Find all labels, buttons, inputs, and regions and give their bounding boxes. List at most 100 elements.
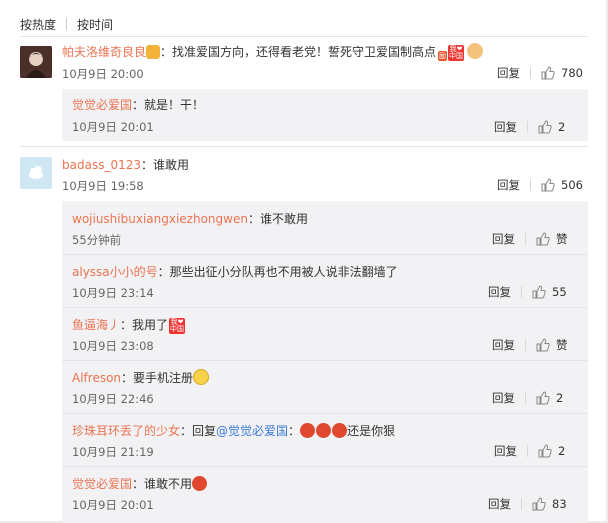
- reply-text: 鱼逼海丿：我用了 我❤ 中国: [72, 316, 186, 334]
- heart-hands-emoji-icon: [146, 45, 161, 59]
- comment-time: 10月9日 19:58: [62, 179, 144, 193]
- comment-actions: 回复 780: [497, 65, 583, 81]
- comment-author[interactable]: 帕夫洛维奇良良: [62, 45, 146, 59]
- reply-text: Alfreson：要手机注册: [72, 369, 210, 386]
- reply-button[interactable]: 回复: [492, 390, 515, 406]
- like-count: 780: [561, 66, 583, 80]
- reply-divider: [62, 466, 588, 467]
- reply-button[interactable]: 回复: [494, 443, 517, 459]
- reply-body: ：那些出征小分队再也不用被人说非法翻墙了: [157, 265, 398, 279]
- thumbs-up-icon[interactable]: [532, 285, 546, 299]
- reply-text: 觉觉必爱国：就是！干！: [72, 96, 204, 113]
- reply-divider: [62, 413, 588, 414]
- reply-body: ：谁不敢用: [247, 212, 308, 226]
- comment-divider: [20, 146, 588, 147]
- avatar[interactable]: [20, 157, 52, 189]
- badge-text: 中国: [449, 52, 464, 60]
- li-badge-icon: 励: [438, 51, 448, 61]
- reply-button[interactable]: 回复: [497, 177, 520, 193]
- action-separator: [521, 498, 522, 510]
- reply-button[interactable]: 回复: [488, 496, 511, 512]
- reply-body: 还是你狠: [347, 424, 396, 438]
- reply-body: ：就是！干！: [132, 98, 205, 112]
- header-divider: [20, 36, 588, 37]
- reply-text: 觉觉必爱国：谁敢不用: [72, 475, 208, 492]
- action-separator: [525, 339, 526, 351]
- angry-face-emoji-icon: [300, 423, 316, 438]
- reply-time: 10月9日 20:01: [72, 120, 154, 134]
- reply-text: alyssa小小的号：那些出征小分队再也不用被人说非法翻墙了: [72, 263, 398, 280]
- comment-time: 10月9日 20:00: [62, 67, 144, 81]
- thumbs-up-icon[interactable]: [541, 178, 555, 192]
- reply-author[interactable]: wojiushibuxiangxiezhongwen: [72, 212, 248, 226]
- like-count: 2: [556, 391, 564, 405]
- thinking-emoji-icon: [193, 369, 210, 385]
- like-count: 赞: [556, 338, 568, 352]
- comment-actions: 回复 506: [497, 177, 583, 193]
- reply-body: ：谁敢不用: [132, 477, 193, 491]
- sort-by-time[interactable]: 按时间: [77, 16, 113, 33]
- reply-actions: 回复 2: [492, 390, 563, 406]
- mention-link[interactable]: @觉觉必爱国: [216, 424, 288, 438]
- reply-divider: [62, 360, 588, 361]
- like-count: 506: [561, 178, 583, 192]
- thumbs-up-icon[interactable]: [538, 444, 552, 458]
- thumbs-up-icon[interactable]: [536, 232, 550, 246]
- badge-text: 中国: [170, 325, 185, 333]
- reply-button[interactable]: 回复: [497, 65, 520, 81]
- fist-emoji-icon: [467, 43, 484, 59]
- reply-author[interactable]: 珍珠耳环丢了的少女: [72, 424, 180, 438]
- like-count: 83: [552, 497, 567, 511]
- comment-text: badass_0123：谁敢用: [62, 156, 189, 173]
- thumbs-up-icon[interactable]: [532, 497, 546, 511]
- comment-author[interactable]: badass_0123: [62, 158, 141, 172]
- reply-button[interactable]: 回复: [488, 284, 511, 300]
- reply-text: wojiushibuxiangxiezhongwen：谁不敢用: [72, 210, 308, 227]
- reply-body: ：我用了: [120, 318, 169, 332]
- reply-button[interactable]: 回复: [492, 337, 515, 353]
- reply-body: ：要手机注册: [121, 371, 194, 385]
- reply-actions: 回复 赞: [492, 231, 568, 247]
- reply-author[interactable]: 觉觉必爱国: [72, 98, 132, 112]
- action-separator: [525, 392, 526, 404]
- action-separator: [530, 179, 531, 191]
- action-separator: [527, 121, 528, 133]
- action-separator: [530, 67, 531, 79]
- sort-bar: 按热度 按时间: [20, 16, 113, 32]
- thumbs-up-icon[interactable]: [536, 391, 550, 405]
- reply-time: 10月9日 23:14: [72, 286, 154, 300]
- action-separator: [525, 233, 526, 245]
- reply-time: 10月9日 20:01: [72, 498, 154, 512]
- reply-divider: [62, 307, 588, 308]
- like-count: 2: [558, 444, 566, 458]
- reply-time: 10月9日 22:46: [72, 392, 154, 406]
- reply-actions: 回复 2: [494, 119, 565, 135]
- reply-author[interactable]: 觉觉必爱国: [72, 477, 132, 491]
- avatar[interactable]: [20, 46, 52, 78]
- reply-author[interactable]: 鱼逼海丿: [72, 318, 120, 332]
- reply-time: 55分钟前: [72, 233, 122, 247]
- reply-divider: [62, 254, 588, 255]
- sort-separator: [66, 18, 68, 30]
- reply-author[interactable]: alyssa小小的号: [72, 265, 158, 279]
- reply-actions: 回复 赞: [492, 337, 568, 353]
- like-count: 55: [552, 285, 567, 299]
- love-china-badge-icon: 我❤ 中国: [169, 318, 186, 334]
- sort-by-hot[interactable]: 按热度: [20, 16, 56, 33]
- thumbs-up-icon[interactable]: [538, 120, 552, 134]
- reply-button[interactable]: 回复: [494, 119, 517, 135]
- reply-time: 10月9日 21:19: [72, 445, 154, 459]
- comment-text: 帕夫洛维奇良良 ：找准爱国方向，还得看老党！誓死守卫爱国制高点 励我❤ 中国: [62, 43, 484, 61]
- reply-author[interactable]: Alfreson: [72, 371, 121, 385]
- thumbs-up-icon[interactable]: [541, 66, 555, 80]
- love-china-badge-icon: 我❤ 中国: [448, 45, 465, 61]
- reply-actions: 回复 55: [488, 284, 567, 300]
- reply-button[interactable]: 回复: [492, 231, 515, 247]
- thumbs-up-icon[interactable]: [536, 338, 550, 352]
- angry-face-emoji-icon: [332, 423, 348, 438]
- angry-face-emoji-icon: [316, 423, 332, 438]
- comment-body: ：找准爱国方向，还得看老党！誓死守卫爱国制高点: [160, 45, 437, 59]
- angry-face-emoji-icon: [192, 476, 208, 491]
- reply-body-prefix: ：回复: [180, 424, 217, 438]
- reply-time: 10月9日 23:08: [72, 339, 154, 353]
